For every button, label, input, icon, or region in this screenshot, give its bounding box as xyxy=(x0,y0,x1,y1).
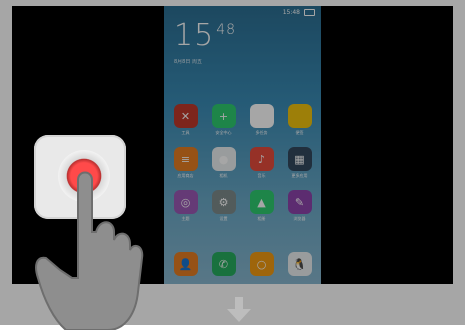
messages-icon: ○ xyxy=(249,252,274,276)
app-label: 设置 xyxy=(219,216,228,221)
app-store[interactable]: ≡ 应用商店 xyxy=(167,147,204,184)
battery-icon xyxy=(304,8,315,16)
app-apps[interactable]: ▦ 更多应用 xyxy=(281,147,318,184)
app-cancel[interactable]: ✕ 工具 xyxy=(167,104,204,141)
dock-contacts[interactable]: 👤 xyxy=(167,252,204,276)
lockscreen-date: 8月8日 周五 xyxy=(174,59,202,65)
app-theme[interactable]: ◎ 主题 xyxy=(167,190,204,227)
app-label: 多任务 xyxy=(255,130,268,135)
app-label: 浏览器 xyxy=(293,216,306,221)
app-grid: ✕ 工具 + 安全中心 ▭ 多任务 便签 ≡ 应用商店 ● 相机 ♪ 音乐 ▦ 更多应用 ◎ 主题 ⚙ 设置 ▲ 相册 ✎… xyxy=(164,104,321,227)
dock-messages[interactable]: ○ xyxy=(243,252,280,276)
store-icon: ≡ xyxy=(173,147,198,171)
music-icon: ♪ xyxy=(249,147,274,171)
app-browser[interactable]: ✎ 浏览器 xyxy=(281,190,318,227)
gallery-icon: ▲ xyxy=(249,190,274,214)
status-time: 15:48 xyxy=(282,8,300,16)
contacts-icon: 👤 xyxy=(173,252,198,276)
app-notes[interactable]: 便签 xyxy=(281,104,318,141)
phone-icon: ✆ xyxy=(211,252,236,276)
browser-icon: ✎ xyxy=(287,190,312,214)
notes-icon xyxy=(287,104,312,128)
dock-qq[interactable]: 🐧 xyxy=(281,252,318,276)
qq-icon: 🐧 xyxy=(287,252,312,276)
dock-phone[interactable]: ✆ xyxy=(205,252,242,276)
clock-minute: 48 xyxy=(216,22,237,38)
app-camera[interactable]: ● 相机 xyxy=(205,147,242,184)
switcher-icon: ▭ xyxy=(249,104,274,128)
app-security[interactable]: + 安全中心 xyxy=(205,104,242,141)
cancel-icon: ✕ xyxy=(173,104,198,128)
app-label: 安全中心 xyxy=(215,130,232,135)
lockscreen-clock: 15 48 xyxy=(174,18,236,53)
app-gallery[interactable]: ▲ 相册 xyxy=(243,190,280,227)
app-label: 更多应用 xyxy=(291,173,308,178)
clock-hour: 15 xyxy=(174,18,215,53)
app-label: 工具 xyxy=(181,130,190,135)
security-icon: + xyxy=(211,104,236,128)
phone-screen: 15:48 15 48 8月8日 周五 ✕ 工具 + 安全中心 ▭ 多任务 便签 ≡ 应用商店 ● 相… xyxy=(164,6,321,284)
down-arrow-icon xyxy=(227,297,251,322)
app-switcher[interactable]: ▭ 多任务 xyxy=(243,104,280,141)
app-label: 便签 xyxy=(295,130,304,135)
hand-pointer-icon xyxy=(35,171,144,330)
app-music[interactable]: ♪ 音乐 xyxy=(243,147,280,184)
app-label: 音乐 xyxy=(257,173,266,178)
app-label: 相册 xyxy=(257,216,266,221)
apps-icon: ▦ xyxy=(287,147,312,171)
app-settings[interactable]: ⚙ 设置 xyxy=(205,190,242,227)
app-label: 主题 xyxy=(181,216,190,221)
camera-icon: ● xyxy=(211,147,236,171)
app-label: 应用商店 xyxy=(177,173,194,178)
status-bar: 15:48 xyxy=(170,8,315,16)
theme-icon: ◎ xyxy=(173,190,198,214)
app-label: 相机 xyxy=(219,173,228,178)
dock: 👤 ✆ ○ 🐧 xyxy=(164,252,321,276)
settings-icon: ⚙ xyxy=(211,190,236,214)
